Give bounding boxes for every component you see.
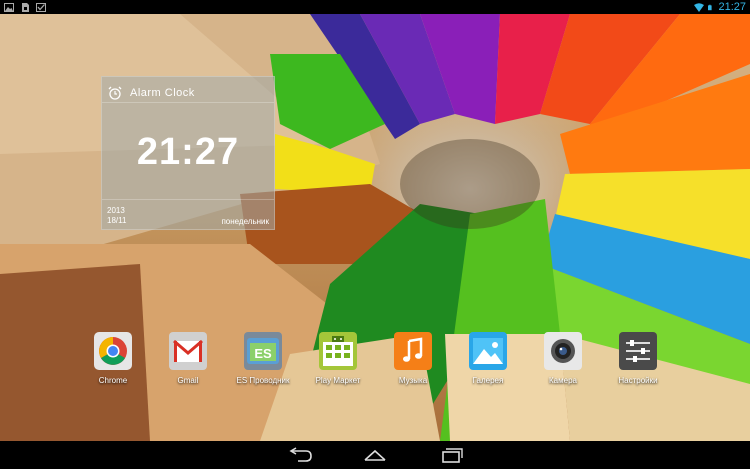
recent-apps-icon[interactable] xyxy=(437,447,465,463)
app-music[interactable]: Музыка xyxy=(378,332,448,385)
app-label: Настройки xyxy=(618,376,658,385)
app-camera[interactable]: Камера xyxy=(528,332,598,385)
chrome-icon xyxy=(94,332,132,370)
widget-year: 2013 xyxy=(107,206,125,215)
photo-icon xyxy=(4,2,14,12)
app-label: Play Маркет xyxy=(315,376,361,385)
app-label: Галерея xyxy=(472,376,504,385)
app-row: Chrome Gmail ES ES Проводник Play Маркет… xyxy=(0,332,750,392)
es-explorer-icon: ES xyxy=(244,332,282,370)
app-settings[interactable]: Настройки xyxy=(603,332,673,385)
widget-header: Alarm Clock xyxy=(102,77,274,103)
gallery-icon xyxy=(469,332,507,370)
app-es-explorer[interactable]: ES ES Проводник xyxy=(228,332,298,385)
app-label: ES Проводник xyxy=(236,376,290,385)
gmail-icon xyxy=(169,332,207,370)
status-bar[interactable]: 21:27 xyxy=(0,0,750,14)
widget-title: Alarm Clock xyxy=(130,87,195,99)
camera-icon xyxy=(544,332,582,370)
settings-icon xyxy=(619,332,657,370)
back-icon[interactable] xyxy=(286,447,314,463)
svg-text:ES: ES xyxy=(254,346,272,361)
widget-weekday: понедельник xyxy=(221,217,269,226)
status-time: 21:27 xyxy=(718,1,746,13)
widget-time: 21:27 xyxy=(136,131,240,173)
checkbox-icon xyxy=(36,2,46,12)
app-gallery[interactable]: Галерея xyxy=(453,332,523,385)
music-icon xyxy=(394,332,432,370)
app-label: Камера xyxy=(549,376,577,385)
sim-icon xyxy=(22,2,29,12)
notification-icons[interactable] xyxy=(4,2,46,12)
home-icon[interactable] xyxy=(361,447,389,463)
app-gmail[interactable]: Gmail xyxy=(153,332,223,385)
battery-icon xyxy=(708,4,713,10)
play-market-icon xyxy=(319,332,357,370)
navigation-bar xyxy=(0,441,750,469)
alarm-clock-icon xyxy=(108,86,122,100)
app-chrome[interactable]: Chrome xyxy=(78,332,148,385)
widget-footer: 2013 18/11 понедельник xyxy=(102,199,274,229)
alarm-clock-widget[interactable]: Alarm Clock 21:27 2013 18/11 понедельник xyxy=(101,76,275,230)
app-label: Chrome xyxy=(98,376,128,385)
widget-date: 18/11 xyxy=(107,216,127,225)
wifi-icon xyxy=(694,2,705,12)
app-label: Музыка xyxy=(398,376,428,385)
app-label: Gmail xyxy=(177,376,199,385)
app-play-market[interactable]: Play Маркет xyxy=(303,332,373,385)
